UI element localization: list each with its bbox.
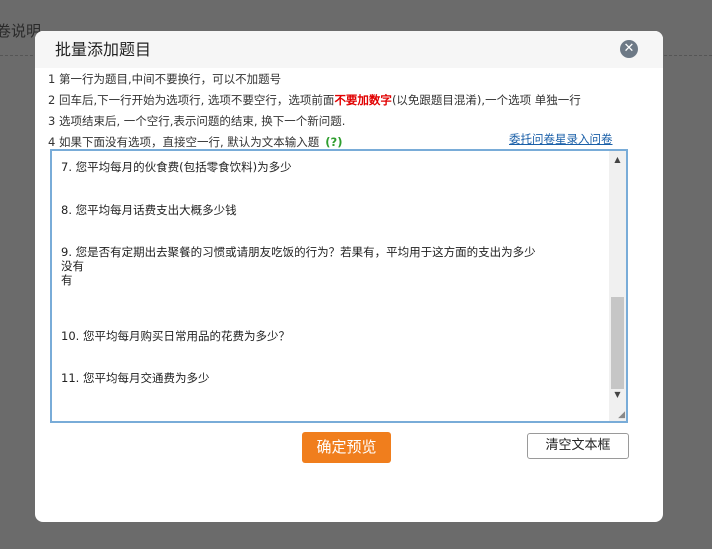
confirm-preview-button[interactable]: 确定预览 xyxy=(302,432,391,463)
text-line: 11. 您平均每月交通费为多少 xyxy=(61,371,210,385)
instruction-line-1: 1 第一行为题目,中间不要换行，可以不加题号 xyxy=(48,72,282,86)
instruction-line-2-end: (以免跟题目混淆),一个选项 单独一行 xyxy=(391,93,581,107)
text-line: 有 xyxy=(61,273,73,287)
text-line: 9. 您是否有定期出去聚餐的习惯或请朋友吃饭的行为？若果有，平均用于这方面的支出… xyxy=(61,245,536,259)
scroll-down-icon[interactable]: ▼ xyxy=(609,386,626,403)
vertical-scrollbar[interactable]: ▲ ▼ xyxy=(609,151,626,421)
text-line: 8. 您平均每月话费支出大概多少钱 xyxy=(61,203,237,217)
clear-textbox-button[interactable]: 清空文本框 xyxy=(527,433,629,459)
instruction-warning-text: 不要加数字 xyxy=(334,93,392,107)
dialog-title: 批量添加题目 xyxy=(55,40,152,59)
instruction-line-3: 3 选项结束后, 一个空行,表示问题的结束, 换下一个新问题. xyxy=(48,114,346,128)
text-line: 7. 您平均每月的伙食费(包括零食饮料)为多少 xyxy=(61,160,292,174)
text-line: 10. 您平均每月购买日常用品的花费为多少？ xyxy=(61,329,290,343)
scroll-up-icon[interactable]: ▲ xyxy=(609,151,626,168)
questions-textarea[interactable]: 7. 您平均每月的伙食费(包括零食饮料)为多少 8. 您平均每月话费支出大概多少… xyxy=(50,149,628,423)
instruction-line-2-start: 2 回车后,下一行开始为选项行, 选项不要空行，选项前面 xyxy=(48,93,335,107)
instruction-line-4-text: 4 如果下面没有选项，直接空一行, 默认为文本输入题 xyxy=(48,135,320,149)
batch-add-dialog: 批量添加题目 ✕ 1 第一行为题目,中间不要换行，可以不加题号 2 回车后,下一… xyxy=(35,31,663,522)
instruction-line-2: 2 回车后,下一行开始为选项行, 选项不要空行，选项前面不要加数字(以免跟题目混… xyxy=(48,90,648,111)
close-icon[interactable]: ✕ xyxy=(620,40,638,58)
help-icon[interactable]: (?) xyxy=(325,135,342,149)
delegate-entry-link[interactable]: 委托问卷星录入问卷 xyxy=(509,131,613,147)
scroll-thumb[interactable] xyxy=(611,297,624,389)
resize-handle-icon[interactable]: ◢ xyxy=(615,410,625,420)
dialog-header: 批量添加题目 ✕ xyxy=(35,31,663,68)
